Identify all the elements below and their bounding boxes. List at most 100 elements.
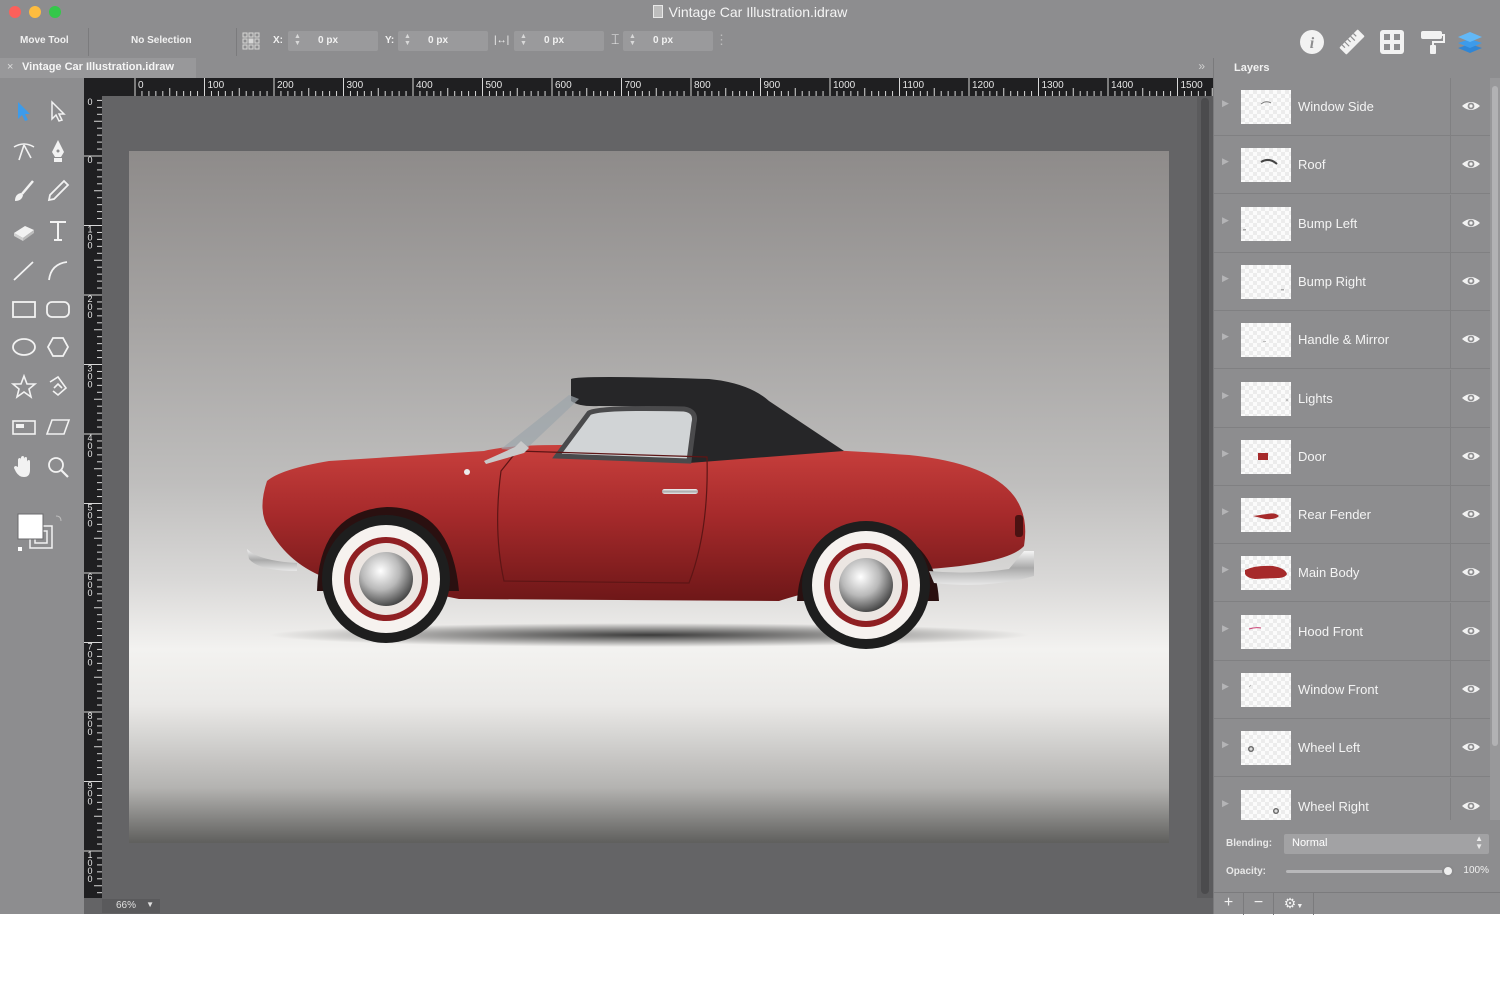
height-stepper-icon[interactable]: ▲ ▼	[629, 33, 636, 47]
layer-row[interactable]: ▶ Door	[1214, 427, 1490, 486]
artboard[interactable]	[129, 151, 1169, 843]
canvas-vertical-scrollbar[interactable]	[1197, 96, 1213, 898]
document-tab[interactable]: × Vintage Car Illustration.idraw	[0, 58, 196, 78]
layer-row[interactable]: ▶ Bump Left	[1214, 194, 1490, 253]
anchor-point-icon[interactable]	[240, 30, 262, 52]
x-position-field[interactable]: ▲ ▼ 0 px	[288, 31, 378, 51]
layer-thumbnail-art	[1263, 341, 1266, 343]
add-layer-button[interactable]: +	[1214, 893, 1244, 915]
layer-visibility-toggle[interactable]	[1450, 136, 1490, 194]
horizontal-ruler[interactable]: 0 100 200 300 400 500 600 700 800 900 1000 1100 1200…	[84, 78, 1213, 96]
layer-name: Door	[1298, 448, 1327, 464]
layer-row[interactable]: ▶ Wheel Right	[1214, 777, 1490, 820]
transform-tool-icon[interactable]	[11, 414, 37, 440]
node-edit-icon[interactable]	[11, 138, 37, 164]
layers-list[interactable]: ▶ Window Side ▶ Roof ▶ Bump Left ▶ Bump Right ▶ H…	[1214, 78, 1490, 820]
info-icon[interactable]: i	[1298, 28, 1326, 56]
polygon-tool-icon[interactable]	[45, 334, 71, 360]
pencil-icon[interactable]	[45, 178, 71, 204]
layer-options-button[interactable]: ⚙▼	[1274, 893, 1314, 915]
line-tool-icon[interactable]	[11, 258, 37, 284]
fill-stroke-swatch[interactable]	[16, 512, 72, 556]
opacity-slider-knob[interactable]	[1442, 865, 1454, 877]
scrollbar-thumb[interactable]	[1492, 86, 1498, 746]
width-stepper-icon[interactable]: ▲ ▼	[520, 33, 527, 47]
disclosure-triangle-icon[interactable]: ▶	[1222, 390, 1229, 401]
disclosure-triangle-icon[interactable]: ▶	[1222, 681, 1229, 692]
disclosure-triangle-icon[interactable]: ▶	[1222, 331, 1229, 342]
curve-tool-icon[interactable]	[45, 258, 71, 284]
pen-tool-icon[interactable]	[45, 138, 71, 164]
paint-roller-icon[interactable]	[1418, 28, 1446, 56]
disclosure-triangle-icon[interactable]: ▶	[1222, 564, 1229, 575]
rounded-rectangle-tool-icon[interactable]	[45, 296, 71, 322]
disclosure-triangle-icon[interactable]: ▶	[1222, 448, 1229, 459]
rectangle-tool-icon[interactable]	[11, 296, 37, 322]
opacity-slider[interactable]	[1286, 865, 1454, 877]
height-field[interactable]: ▲ ▼ 0 px	[623, 31, 713, 51]
layer-visibility-toggle[interactable]	[1450, 78, 1490, 135]
vintage-car-illustration[interactable]	[129, 151, 1169, 843]
ruler-icon[interactable]	[1338, 28, 1366, 56]
disclosure-triangle-icon[interactable]: ▶	[1222, 215, 1229, 226]
scrollbar-thumb[interactable]	[1201, 98, 1209, 894]
y-stepper-icon[interactable]: ▲ ▼	[404, 33, 411, 47]
brush-icon[interactable]	[11, 178, 37, 204]
opacity-label: Opacity:	[1226, 866, 1267, 877]
layer-row[interactable]: ▶ Lights	[1214, 369, 1490, 428]
layer-row[interactable]: ▶ Window Front	[1214, 661, 1490, 719]
layer-visibility-toggle[interactable]	[1450, 661, 1490, 718]
layer-visibility-toggle[interactable]	[1450, 719, 1490, 777]
direct-select-icon[interactable]	[45, 98, 71, 124]
x-position-value: 0 px	[318, 35, 339, 46]
hand-tool-icon[interactable]	[11, 454, 37, 480]
x-stepper-icon[interactable]: ▲ ▼	[294, 33, 301, 47]
grid-icon[interactable]	[1378, 28, 1406, 56]
remove-layer-button[interactable]: −	[1244, 893, 1274, 915]
layers-scrollbar[interactable]	[1490, 78, 1500, 820]
close-tab-icon[interactable]: ×	[7, 61, 13, 73]
select-arrow-icon[interactable]	[11, 98, 37, 124]
disclosure-triangle-icon[interactable]: ▶	[1222, 798, 1229, 809]
layer-row[interactable]: ▶ Window Side	[1214, 78, 1490, 136]
layer-visibility-toggle[interactable]	[1450, 602, 1490, 660]
layers-icon[interactable]	[1456, 28, 1484, 56]
vertical-ruler[interactable]: 001002003004005006007008009001000	[84, 96, 102, 914]
width-field[interactable]: ▲ ▼ 0 px	[514, 31, 604, 51]
layer-thumbnail	[1241, 264, 1291, 299]
disclosure-triangle-icon[interactable]: ▶	[1222, 506, 1229, 517]
disclosure-triangle-icon[interactable]: ▶	[1222, 739, 1229, 750]
disclosure-triangle-icon[interactable]: ▶	[1222, 623, 1229, 634]
star-tool-icon[interactable]	[11, 374, 37, 400]
rotate-tool-icon[interactable]	[45, 374, 71, 400]
text-tool-icon[interactable]	[45, 218, 71, 244]
layer-visibility-toggle[interactable]	[1450, 544, 1490, 602]
zoom-dropdown[interactable]: 66% ▼	[102, 899, 160, 913]
disclosure-triangle-icon[interactable]: ▶	[1222, 273, 1229, 284]
zoom-tool-icon[interactable]	[45, 454, 71, 480]
ellipse-tool-icon[interactable]	[11, 334, 37, 360]
layer-visibility-toggle[interactable]	[1450, 194, 1490, 252]
layer-row[interactable]: ▶ Bump Right	[1214, 252, 1490, 311]
layer-row[interactable]: ▶ Handle & Mirror	[1214, 311, 1490, 370]
layer-row[interactable]: ▶ Roof	[1214, 136, 1490, 195]
layer-visibility-toggle[interactable]	[1450, 427, 1490, 485]
layer-visibility-toggle[interactable]	[1450, 777, 1490, 820]
disclosure-triangle-icon[interactable]: ▶	[1222, 98, 1229, 109]
link-dimensions-icon[interactable]: ⋮	[715, 32, 728, 48]
layer-visibility-toggle[interactable]	[1450, 369, 1490, 427]
layer-visibility-toggle[interactable]	[1450, 486, 1490, 544]
layer-visibility-toggle[interactable]	[1450, 311, 1490, 369]
layer-row[interactable]: ▶ Hood Front	[1214, 602, 1490, 661]
tab-overflow-icon[interactable]: »	[1198, 59, 1205, 73]
layer-row[interactable]: ▶ Rear Fender	[1214, 486, 1490, 545]
blending-select[interactable]: Normal ▲ ▼	[1284, 834, 1489, 854]
eraser-icon[interactable]	[11, 218, 37, 244]
layer-row[interactable]: ▶ Wheel Left	[1214, 719, 1490, 778]
y-position-field[interactable]: ▲ ▼ 0 px	[398, 31, 488, 51]
skew-tool-icon[interactable]	[45, 414, 71, 440]
layer-row[interactable]: ▶ Main Body	[1214, 544, 1490, 603]
canvas-area[interactable]	[102, 96, 1197, 898]
disclosure-triangle-icon[interactable]: ▶	[1222, 156, 1229, 167]
layer-visibility-toggle[interactable]	[1450, 252, 1490, 310]
